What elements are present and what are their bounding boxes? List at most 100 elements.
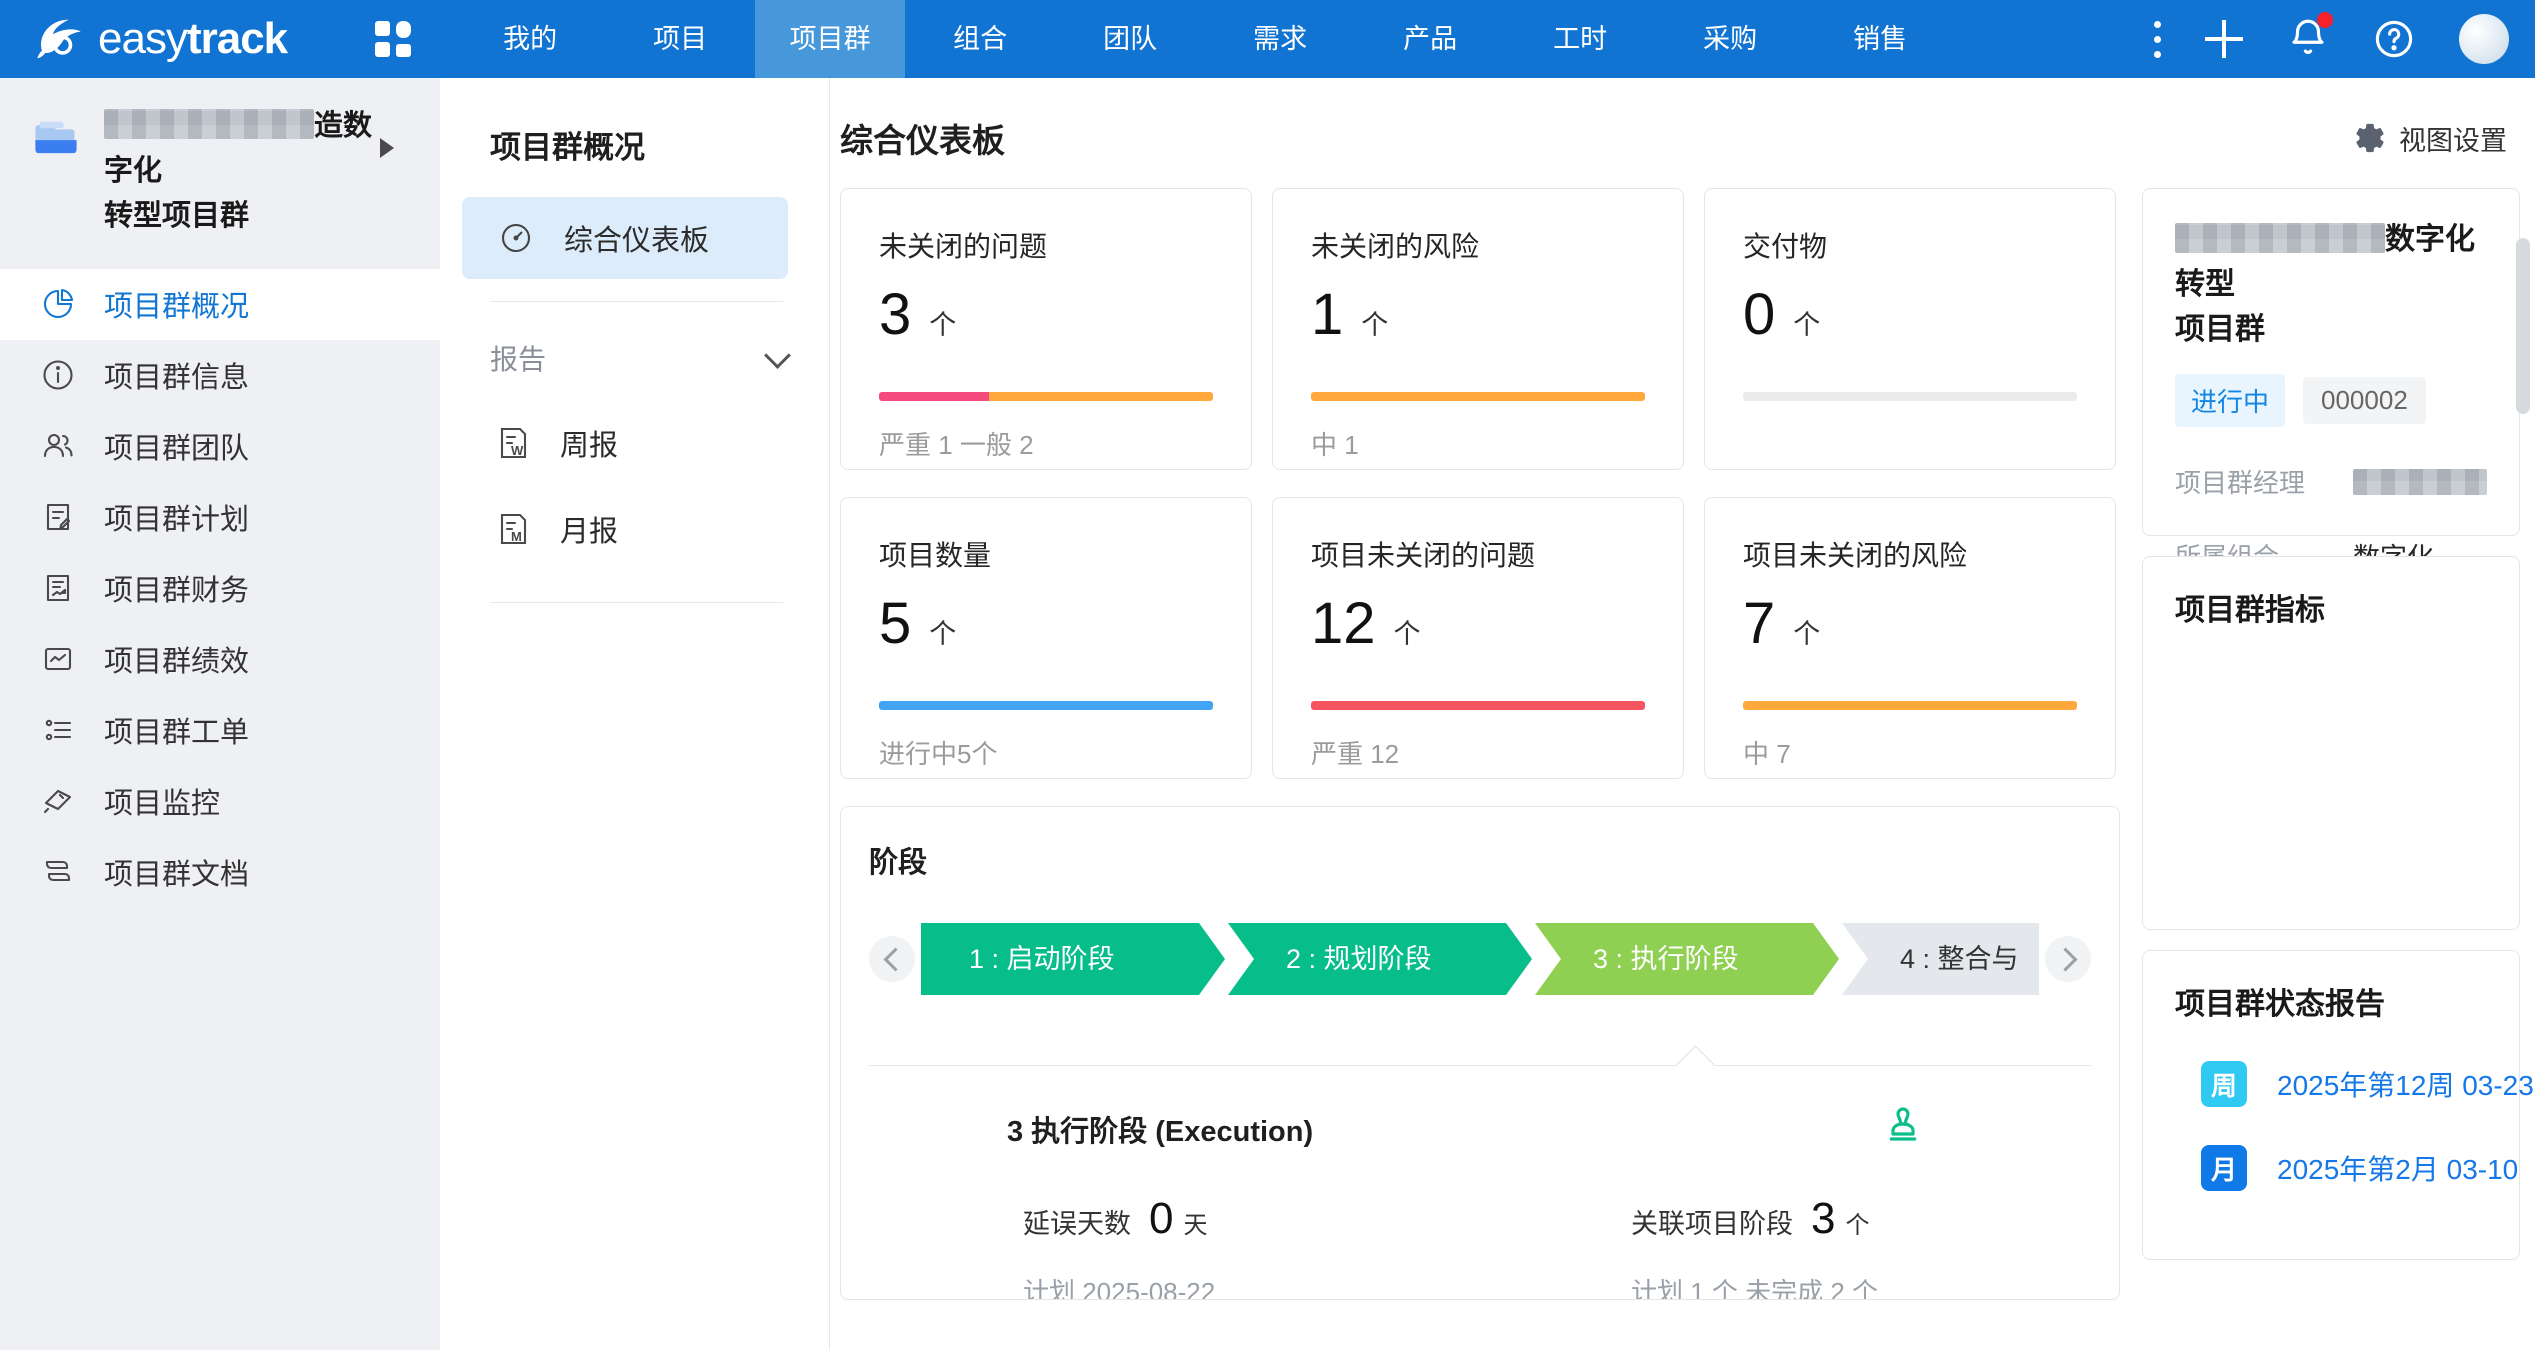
sidebar-item-documents[interactable]: 项目群文档 xyxy=(0,837,440,908)
stat-value: 5 xyxy=(879,590,911,657)
stat-card-project-open-issues: 项目未关闭的问题 12个 严重 12 xyxy=(1272,497,1684,779)
stat-bar xyxy=(879,701,1213,710)
expand-arrow-icon[interactable] xyxy=(380,138,394,158)
report-group-toggle[interactable]: 报告 xyxy=(490,338,787,378)
stage-2[interactable]: 2 : 规划阶段 xyxy=(1228,923,1532,995)
finance-document-icon xyxy=(40,570,76,606)
sidebar-item-workorder[interactable]: 项目群工单 xyxy=(0,695,440,766)
monthly-report-link[interactable]: 2025年第2月 03-10 xyxy=(2277,1148,2518,1188)
sidebar-item-plan[interactable]: 项目群计划 xyxy=(0,482,440,553)
nav-item-2[interactable]: 项目 xyxy=(605,0,755,78)
nav-item-6[interactable]: 需求 xyxy=(1205,0,1355,78)
stage-viewport: 1 : 启动阶段2 : 规划阶段3 : 执行阶段4 : 整合与 xyxy=(921,923,2039,995)
content-area: 造数字化 转型项目群 项目群概况 项目群信息 xyxy=(0,78,2535,1350)
stat-title: 项目未关闭的问题 xyxy=(1311,534,1645,574)
plan-document-icon xyxy=(40,499,76,535)
submenu-item-dashboard[interactable]: 综合仪表板 xyxy=(462,197,788,279)
chevron-down-icon xyxy=(764,342,791,369)
status-report-title: 项目群状态报告 xyxy=(2175,979,2487,1023)
view-settings-button[interactable]: 视图设置 xyxy=(2353,119,2507,158)
nav-item-7[interactable]: 产品 xyxy=(1355,0,1505,78)
weekly-report-icon: W xyxy=(494,424,532,462)
sidebar-item-info[interactable]: 项目群信息 xyxy=(0,340,440,411)
submenu-item-label: 周报 xyxy=(560,422,618,464)
gear-icon xyxy=(2353,121,2387,155)
delay-value: 0 xyxy=(1149,1194,1173,1244)
nav-item-9[interactable]: 采购 xyxy=(1655,0,1805,78)
weekly-report-link[interactable]: 2025年第12周 03-23 xyxy=(2277,1064,2534,1104)
bell-icon[interactable] xyxy=(2287,16,2329,63)
easytrack-logo[interactable]: easytrack xyxy=(30,10,287,68)
stat-unit: 个 xyxy=(929,612,956,651)
stat-card-deliverables: 交付物 0个 xyxy=(1704,188,2116,470)
stamp-icon[interactable] xyxy=(1883,1104,1923,1144)
sidebar-item-label: 项目群信息 xyxy=(104,354,249,396)
sidebar-item-label: 项目群概况 xyxy=(104,283,249,325)
stage-3[interactable]: 3 : 执行阶段 xyxy=(1535,923,1839,995)
submenu-item-weekly-report[interactable]: W 周报 xyxy=(494,422,829,464)
delay-metric: 延误天数 0 天 xyxy=(1023,1194,1631,1244)
topbar-actions xyxy=(2110,14,2509,64)
sidebar-item-team[interactable]: 项目群团队 xyxy=(0,411,440,482)
nav-item-8[interactable]: 工时 xyxy=(1505,0,1655,78)
nav-item-3[interactable]: 项目群 xyxy=(755,0,905,78)
stage-section-card: 阶段 1 : 启动阶段2 : 规划阶段3 : 执行阶段4 : 整合与 xyxy=(840,806,2120,1300)
sidebar-item-overview[interactable]: 项目群概况 xyxy=(0,269,440,340)
stat-unit: 个 xyxy=(1361,303,1388,342)
stage-1[interactable]: 1 : 启动阶段 xyxy=(921,923,1225,995)
redacted-text xyxy=(2175,223,2385,253)
sidebar-item-performance[interactable]: 项目群绩效 xyxy=(0,624,440,695)
top-navigation-bar: easytrack 我的项目项目群组合团队需求产品工时采购销售 xyxy=(0,0,2535,78)
stat-title: 项目数量 xyxy=(879,534,1213,574)
redacted-text xyxy=(2353,469,2487,495)
secondary-panel-title: 项目群概况 xyxy=(490,122,829,167)
stat-unit: 个 xyxy=(1793,612,1820,651)
more-dots-icon[interactable] xyxy=(2154,17,2161,62)
primary-nav-items: 我的项目项目群组合团队需求产品工时采购销售 xyxy=(455,0,1955,78)
stat-bar-segment xyxy=(1311,701,1645,710)
monthly-report-icon: M xyxy=(494,510,532,548)
stage-detail: 3 执行阶段 (Execution) 延误天数 0 天 xyxy=(869,1108,2091,1300)
stage-section-title: 阶段 xyxy=(869,839,2091,881)
stat-title: 未关闭的问题 xyxy=(879,225,1213,265)
status-badge: 进行中 xyxy=(2175,374,2285,427)
sidebar-item-label: 项目群计划 xyxy=(104,496,249,538)
sidebar-item-monitor[interactable]: 项目监控 xyxy=(0,766,440,837)
code-badge: 000002 xyxy=(2303,377,2426,424)
stat-bar-segment xyxy=(989,392,1213,401)
sidebar-item-finance[interactable]: 项目群财务 xyxy=(0,553,440,624)
stage-carousel: 1 : 启动阶段2 : 规划阶段3 : 执行阶段4 : 整合与 xyxy=(869,923,2091,995)
nav-item-1[interactable]: 我的 xyxy=(455,0,605,78)
submenu-item-monthly-report[interactable]: M 月报 xyxy=(494,508,829,550)
stat-bar xyxy=(879,392,1213,401)
help-icon[interactable] xyxy=(2373,18,2415,60)
stat-unit: 个 xyxy=(1793,303,1820,342)
plus-icon[interactable] xyxy=(2205,20,2243,58)
nav-item-10[interactable]: 销售 xyxy=(1805,0,1955,78)
monthly-report-row: 月 2025年第2月 03-10 xyxy=(2201,1145,2487,1191)
stage-4[interactable]: 4 : 整合与 xyxy=(1842,923,2039,995)
nav-item-5[interactable]: 团队 xyxy=(1055,0,1205,78)
submenu-item-label: 月报 xyxy=(560,508,618,550)
stat-caption: 中 1 xyxy=(1311,425,1645,462)
stat-caption: 中 7 xyxy=(1743,734,2077,771)
sidebar: 造数字化 转型项目群 项目群概况 项目群信息 xyxy=(0,78,440,1350)
project-group-header[interactable]: 造数字化 转型项目群 xyxy=(0,78,440,261)
nav-item-4[interactable]: 组合 xyxy=(905,0,1055,78)
app-grid-icon[interactable] xyxy=(373,19,413,59)
documents-books-icon xyxy=(40,854,76,890)
sidebar-item-label: 项目群绩效 xyxy=(104,638,249,680)
vertical-scrollbar-thumb[interactable] xyxy=(2516,238,2530,414)
avatar[interactable] xyxy=(2459,14,2509,64)
project-folder-icon xyxy=(30,112,82,164)
weekly-report-row: 周 2025年第12周 03-23 xyxy=(2201,1061,2487,1107)
carousel-prev-button[interactable] xyxy=(869,936,915,982)
info-circle-icon xyxy=(40,357,76,393)
manager-field: 项目群经理 xyxy=(2175,463,2487,500)
app-root: easytrack 我的项目项目群组合团队需求产品工时采购销售 xyxy=(0,0,2535,1350)
notification-dot xyxy=(2317,12,2333,28)
field-label: 项目群经理 xyxy=(2175,463,2353,500)
carousel-next-button[interactable] xyxy=(2045,936,2091,982)
program-title: 数字化转型 项目群 xyxy=(2175,217,2487,352)
stat-bar xyxy=(1311,701,1645,710)
